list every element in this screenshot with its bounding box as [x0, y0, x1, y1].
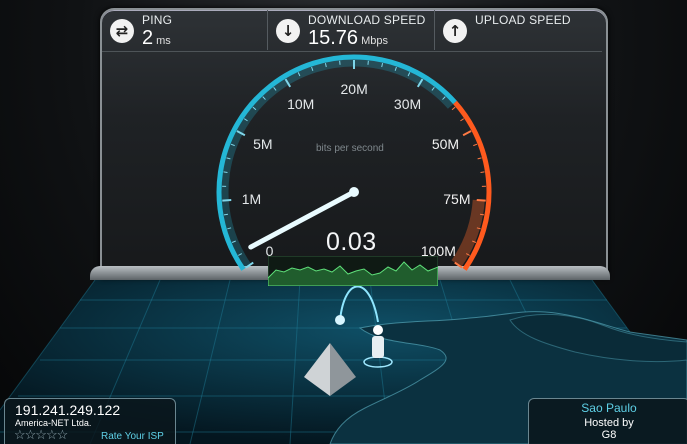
gauge-tick [222, 199, 232, 202]
gauge-scale-label: 1M [241, 190, 262, 207]
gauge-scale-label: 75M [443, 190, 471, 207]
gauge-tick [476, 199, 486, 202]
isp-rating-stars[interactable]: ☆☆☆☆☆ [14, 427, 68, 443]
gauge-tick [223, 213, 229, 216]
hosted-by-label: Hosted by [584, 417, 634, 429]
speed-gauge [216, 54, 492, 271]
gauge-tick [223, 171, 228, 174]
gauge-tick [462, 130, 472, 137]
gauge-tick [473, 143, 478, 147]
server-city[interactable]: Sao Paulo [529, 401, 687, 415]
gauge-tick [479, 213, 485, 216]
gauge-scale-label: 5M [253, 136, 273, 153]
gauge-tick [480, 171, 485, 174]
gauge-tick [451, 106, 456, 111]
gauge-hub [349, 187, 359, 197]
gauge-tick [477, 157, 482, 160]
speedtest-stage: ⇄ PING 2 ms ↓ DOWNLOAD SPEED 15.76 Mbps ↑ … [0, 0, 687, 444]
server-host: G8 [601, 429, 617, 441]
client-info-panel: 191.241.249.122 America-NET Ltda. ☆☆☆☆☆ … [4, 398, 176, 444]
gauge-scale-label: 10M [287, 95, 315, 112]
throughput-graph [268, 256, 438, 286]
rate-isp-link[interactable]: Rate Your ISP [101, 431, 164, 442]
gauge-tick [460, 118, 465, 122]
gauge-scale-label: 50M [431, 136, 460, 153]
client-ip: 191.241.249.122 [15, 402, 121, 418]
gauge-scale-label: 30M [393, 95, 422, 112]
gauge-unit-caption: bits per second [316, 143, 384, 154]
server-info-panel: Sao Paulo Hosted by G8 [528, 398, 687, 444]
gauge-scale-label: 20M [340, 81, 368, 97]
gauge-reading: 0.03 [326, 228, 377, 256]
